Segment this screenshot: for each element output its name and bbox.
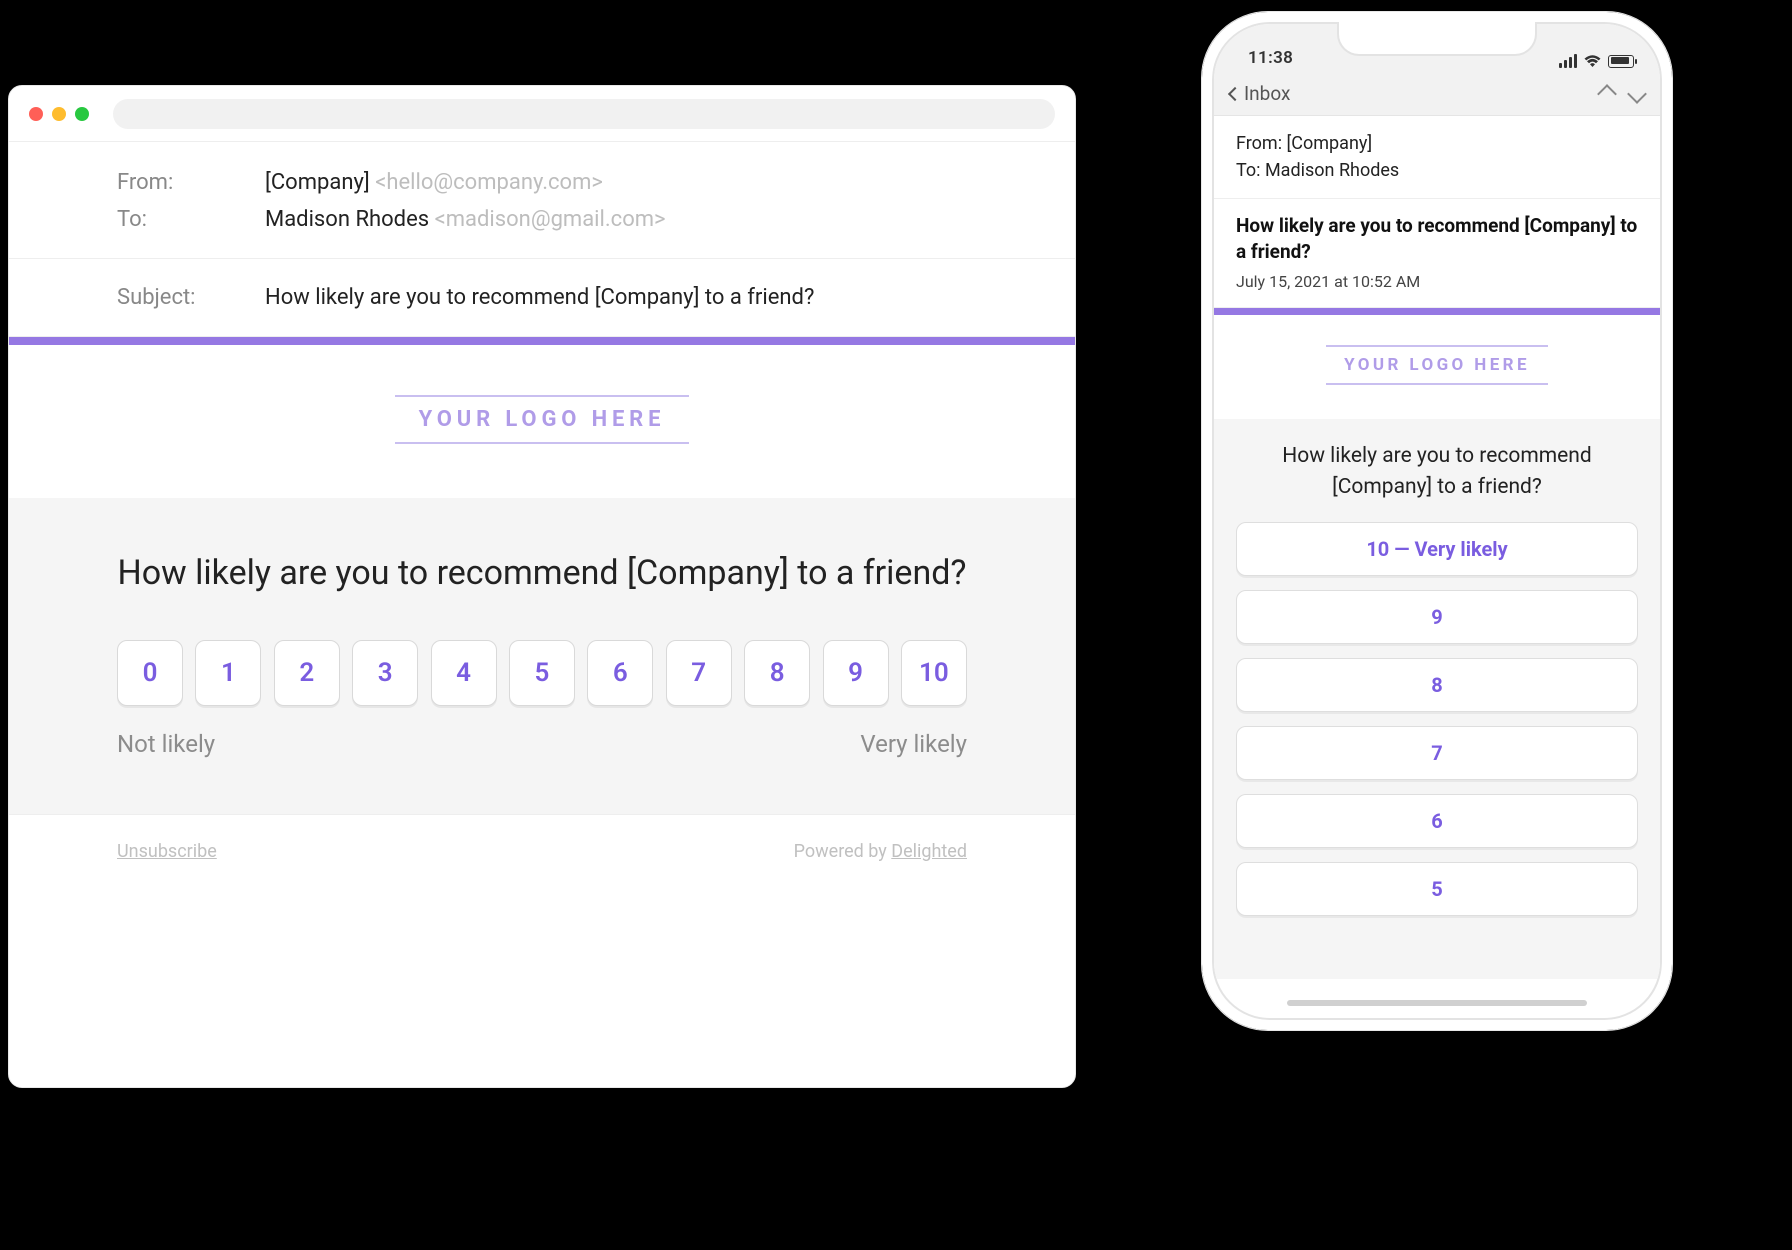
- nps-score-6[interactable]: 6: [587, 640, 653, 706]
- to-name: Madison Rhodes: [265, 207, 429, 232]
- mobile-nps-10[interactable]: 10 — Very likely: [1236, 522, 1638, 576]
- mobile-nps-7[interactable]: 7: [1236, 726, 1638, 780]
- powered-prefix: Powered by: [794, 841, 892, 862]
- nps-score-0[interactable]: 0: [117, 640, 183, 706]
- desktop-email-preview: From: [Company] <hello@company.com> To: …: [8, 85, 1076, 1088]
- mobile-subject-block: How likely are you to recommend [Company…: [1214, 199, 1660, 308]
- email-footer: Unsubscribe Powered by Delighted: [9, 814, 1075, 888]
- wifi-icon: [1584, 55, 1601, 68]
- back-to-inbox[interactable]: Inbox: [1230, 82, 1290, 105]
- accent-bar: [9, 337, 1075, 345]
- nps-score-5[interactable]: 5: [509, 640, 575, 706]
- from-address: <hello@company.com>: [375, 170, 603, 195]
- to-label: To:: [9, 207, 265, 232]
- mobile-subject: How likely are you to recommend [Company…: [1236, 213, 1638, 264]
- nps-score-8[interactable]: 8: [744, 640, 810, 706]
- mobile-date: July 15, 2021 at 10:52 AM: [1236, 272, 1638, 291]
- unsubscribe-link[interactable]: Unsubscribe: [117, 841, 217, 862]
- maximize-icon[interactable]: [75, 107, 89, 121]
- nps-score-1[interactable]: 1: [195, 640, 261, 706]
- nps-score-7[interactable]: 7: [666, 640, 732, 706]
- nps-score-9[interactable]: 9: [823, 640, 889, 706]
- mobile-nps-8[interactable]: 8: [1236, 658, 1638, 712]
- powered-by: Powered by Delighted: [794, 841, 967, 862]
- mobile-from: From: [Company]: [1236, 130, 1638, 157]
- back-label: Inbox: [1244, 82, 1290, 105]
- mobile-nps-5[interactable]: 5: [1236, 862, 1638, 916]
- to-address: <madison@gmail.com>: [435, 207, 666, 232]
- email-headers: From: [Company] <hello@company.com> To: …: [9, 142, 1075, 337]
- from-label: From:: [9, 170, 265, 195]
- mobile-headers: From: [Company] To: Madison Rhodes: [1214, 116, 1660, 199]
- chevron-left-icon: [1228, 86, 1242, 100]
- mobile-nps-6[interactable]: 6: [1236, 794, 1638, 848]
- nps-score-2[interactable]: 2: [274, 640, 340, 706]
- mail-nav-bar: Inbox: [1214, 72, 1660, 116]
- phone-notch: [1337, 22, 1537, 56]
- logo-placeholder: YOUR LOGO HERE: [395, 395, 690, 444]
- powered-brand-link[interactable]: Delighted: [891, 841, 967, 862]
- battery-icon: [1608, 55, 1634, 68]
- logo-band: YOUR LOGO HERE: [9, 345, 1075, 498]
- from-value: [Company] <hello@company.com>: [265, 170, 603, 195]
- nps-score-10[interactable]: 10: [901, 640, 967, 706]
- to-value: Madison Rhodes <madison@gmail.com>: [265, 207, 666, 232]
- mobile-nps-9[interactable]: 9: [1236, 590, 1638, 644]
- scale-low-label: Not likely: [117, 730, 215, 758]
- mobile-email-preview: 11:38 Inbox From: [Company]: [1202, 12, 1672, 1030]
- mobile-logo-band: YOUR LOGO HERE: [1214, 315, 1660, 419]
- nps-scale: 0 1 2 3 4 5 6 7 8 9 10: [117, 640, 967, 706]
- nps-score-4[interactable]: 4: [431, 640, 497, 706]
- window-controls: [29, 107, 89, 121]
- minimize-icon[interactable]: [52, 107, 66, 121]
- nps-survey: How likely are you to recommend [Company…: [9, 498, 1075, 814]
- mobile-survey-question: How likely are you to recommend [Company…: [1236, 441, 1638, 502]
- mobile-nps-survey: How likely are you to recommend [Company…: [1214, 419, 1660, 979]
- survey-question: How likely are you to recommend [Company…: [117, 550, 967, 598]
- status-time: 11:38: [1248, 48, 1293, 68]
- nps-score-3[interactable]: 3: [352, 640, 418, 706]
- subject-label: Subject:: [9, 285, 265, 310]
- next-message-button[interactable]: [1627, 84, 1647, 104]
- scale-high-label: Very likely: [860, 730, 967, 758]
- mobile-accent-bar: [1214, 308, 1660, 315]
- address-bar[interactable]: [113, 99, 1055, 129]
- signal-icon: [1559, 54, 1577, 68]
- from-name: [Company]: [265, 170, 370, 195]
- home-indicator: [1287, 1000, 1587, 1006]
- close-icon[interactable]: [29, 107, 43, 121]
- prev-message-button[interactable]: [1597, 84, 1617, 104]
- mobile-logo-placeholder: YOUR LOGO HERE: [1326, 345, 1548, 385]
- mobile-to: To: Madison Rhodes: [1236, 157, 1638, 184]
- subject-value: How likely are you to recommend [Company…: [265, 285, 814, 310]
- browser-chrome: [9, 86, 1075, 142]
